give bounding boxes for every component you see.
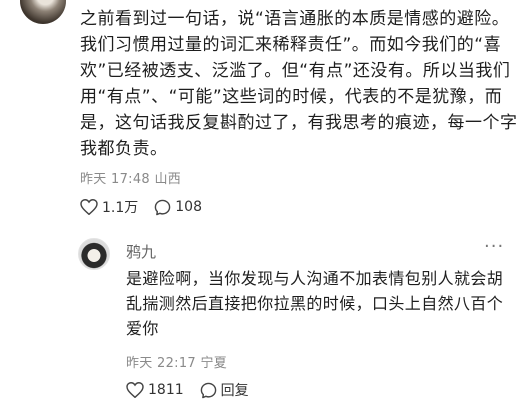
post-text: 之前看到过一句话，说“语言通胀的本质是情感的避险。我们习惯用过量的词汇来稀释责任…: [80, 9, 518, 159]
comment-icon: [154, 199, 171, 215]
heart-icon: [126, 382, 144, 398]
reply-actions: 1811 回复: [126, 380, 249, 400]
reply-reply-button[interactable]: 回复: [200, 380, 249, 400]
more-options-icon[interactable]: ···: [484, 236, 504, 257]
author-avatar[interactable]: [20, 0, 66, 24]
reply-time: 昨天 22:17: [126, 356, 196, 371]
reply-username[interactable]: 鸦九: [126, 241, 156, 262]
reply-text: 是避险啊，当你发现与人沟通不加表情包别人就会胡乱揣测然后直接把你拉黑的时候，口头…: [126, 269, 504, 338]
post-time: 昨天 17:48: [80, 172, 150, 187]
post-comment-count: 108: [175, 199, 202, 215]
post-comment-button[interactable]: 108: [154, 199, 202, 216]
reply-location: 宁夏: [200, 356, 228, 371]
reply-like-count: 1811: [148, 382, 184, 398]
reply-avatar[interactable]: [78, 238, 110, 270]
post-meta: 昨天 17:48 山西: [80, 168, 181, 187]
post-actions: 1.1万 108: [80, 197, 202, 217]
post-location: 山西: [154, 172, 182, 187]
reply-reply-label: 回复: [220, 383, 249, 399]
comment-icon: [200, 382, 216, 398]
heart-icon: [80, 199, 98, 215]
reply-like-button[interactable]: 1811: [126, 382, 184, 398]
reply-meta: 昨天 22:17 宁夏: [126, 352, 227, 371]
post-like-button[interactable]: 1.1万: [80, 197, 138, 217]
post-like-count: 1.1万: [102, 200, 139, 216]
